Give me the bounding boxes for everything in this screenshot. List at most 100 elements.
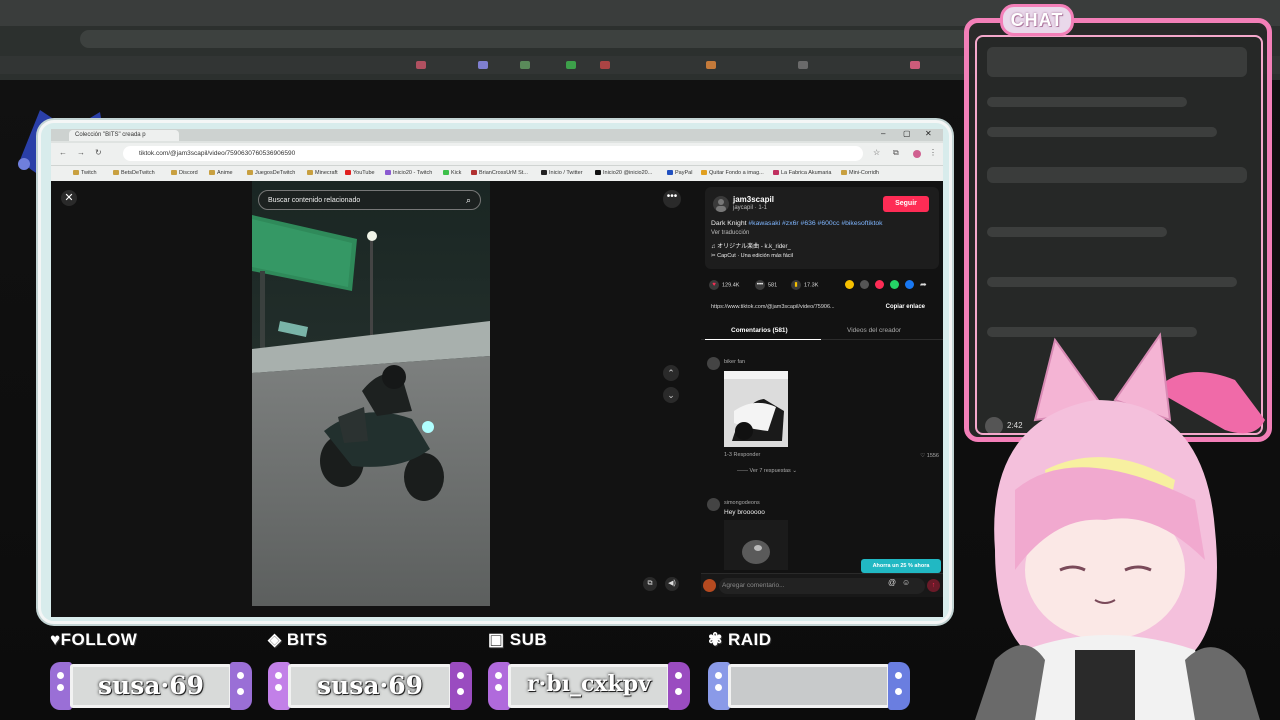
bookmark-item[interactable]: Discord [171, 170, 198, 176]
related-search-input[interactable]: Buscar contenido relacionado ⌕ [258, 190, 481, 210]
author-card: jam3scapil jaycapil · 1-1 Seguir Dark Kn… [705, 187, 939, 269]
commenter-name[interactable]: simongodeons [724, 500, 760, 506]
bits-label: ◈ BITS [268, 630, 328, 649]
bookmarks-bar: Twitch BetsDeTwitch Discord Anime Juegos… [51, 165, 943, 181]
facebook-icon[interactable] [905, 280, 914, 289]
joycon-right [450, 662, 472, 710]
comment-meta[interactable]: 1-3 Responder [724, 452, 760, 458]
emoji-icon[interactable]: ☺ [902, 578, 910, 587]
music-link[interactable]: ♫ オリジナル楽曲 - k.k_rider_ [711, 241, 791, 250]
bookmark-item[interactable]: Mini-Corridh [841, 170, 879, 176]
bookmark-item[interactable]: Kick [443, 170, 461, 176]
tiktok-page: ✕ Buscar contenido relacionado ⌕ ••• ⌃ ⌄… [51, 181, 943, 617]
commenter-avatar[interactable] [707, 357, 720, 370]
extensions-icon[interactable]: ⧉ [893, 148, 899, 158]
bookmark-item[interactable]: Inicio20 - Twitch [385, 170, 432, 176]
view-replies-link[interactable]: —— Ver 7 respuestas ⌄ [737, 468, 797, 474]
send-to-friend-icon[interactable] [875, 280, 884, 289]
bookmark-item[interactable]: YouTube [345, 170, 375, 176]
engagement-stats: ♥ 129.4K ••• 581 ▮ 17.3K ➦ [705, 279, 939, 293]
previous-video-icon[interactable]: ⌃ [663, 365, 679, 381]
floating-player-icon[interactable]: ⧉ [643, 577, 657, 591]
hashtags[interactable]: #kawasaki #zx6r #636 #600cc #bikesoftikt… [748, 220, 882, 227]
search-icon[interactable]: ⌕ [466, 195, 471, 206]
share-icon[interactable]: ➦ [920, 280, 927, 289]
bookmark-item[interactable]: BrianCrossUrM St... [471, 170, 528, 176]
bookmark-item[interactable]: Minecraft [307, 170, 338, 176]
tab-creator-videos[interactable]: Videos del creador [847, 327, 901, 334]
mention-icon[interactable]: @ [888, 578, 896, 587]
copy-link-button[interactable]: Copiar enlace [886, 304, 925, 310]
avatar[interactable] [703, 579, 716, 592]
close-video-button[interactable]: ✕ [61, 190, 77, 206]
video-player[interactable] [252, 181, 490, 606]
comment-button[interactable]: ••• 581 [755, 280, 777, 290]
gift-icon: ▣ [488, 630, 505, 649]
chat-title: CHAT [1000, 4, 1074, 36]
active-tab-indicator [705, 339, 821, 340]
vtuber-avatar [975, 332, 1265, 720]
commenter-avatar[interactable] [707, 498, 720, 511]
bookmark-item[interactable]: Quitar Fondo a imag... [701, 170, 764, 176]
latest-bits-name: susa·69 [316, 671, 424, 700]
reload-icon[interactable]: ↻ [95, 148, 102, 157]
bookmark-item[interactable]: Twitch [73, 170, 97, 176]
more-options-icon[interactable]: ••• [663, 190, 681, 208]
menu-icon[interactable]: ⋮ [929, 148, 937, 157]
share-link[interactable]: https://www.tiktok.com/@jam3scapil/video… [711, 304, 871, 310]
follow-button[interactable]: Seguir [883, 196, 929, 212]
raid-screen [728, 664, 890, 708]
diamond-icon: ◈ [268, 630, 282, 649]
author-username[interactable]: jam3scapil [733, 195, 774, 204]
heart-icon: ♥ [709, 280, 719, 290]
sub-screen: r·bı_cxkpv [508, 664, 670, 708]
comment-icon: ••• [755, 280, 765, 290]
sub-box: r·bı_cxkpv [488, 662, 690, 710]
next-video-icon[interactable]: ⌄ [663, 387, 679, 403]
bookmark-icon: ▮ [791, 280, 801, 290]
bookmark-star-icon[interactable]: ☆ [873, 148, 880, 157]
follow-label: ♥FOLLOW [50, 630, 138, 649]
bookmark-item[interactable]: PayPal [667, 170, 692, 176]
forward-icon[interactable]: → [77, 148, 85, 157]
bookmark-item[interactable]: Anime [209, 170, 233, 176]
maximize-icon[interactable]: ▢ [903, 129, 911, 138]
comment-image[interactable] [724, 520, 788, 570]
tab-comments[interactable]: Comentarios (581) [731, 327, 788, 334]
like-button[interactable]: ♥ 129.4K [709, 280, 739, 290]
save-button[interactable]: ▮ 17.3K [791, 280, 818, 290]
share-link-row: https://www.tiktok.com/@jam3scapil/video… [707, 301, 933, 314]
minimize-icon[interactable]: – [881, 129, 885, 138]
bits-screen: susa·69 [288, 664, 452, 708]
send-comment-button[interactable]: ↑ [927, 579, 940, 592]
whatsapp-icon[interactable] [890, 280, 899, 289]
volume-icon[interactable]: ◀) [665, 577, 679, 591]
follow-screen: susa·69 [70, 664, 232, 708]
browser-tab[interactable]: Colección "BITS" creada p [69, 130, 179, 141]
comment-likes[interactable]: ♡ 1556 [920, 453, 939, 459]
blurred-chat-line [987, 127, 1217, 137]
browser-window: Colección "BITS" creada p – ▢ ✕ ← → ↻ ti… [51, 129, 943, 617]
address-bar[interactable]: tiktok.com/@jam3scapil/video/75906307605… [123, 146, 863, 161]
embed-icon[interactable] [860, 280, 869, 289]
bookmark-item[interactable]: Inicio / Twitter [541, 170, 583, 176]
capcut-link[interactable]: ✂ CapCut · Una edición más fácil [711, 253, 793, 259]
repost-icon[interactable] [845, 280, 854, 289]
bookmark-item[interactable]: La Fabrica Akumaria [773, 170, 831, 176]
avatar[interactable] [713, 196, 729, 212]
translate-link[interactable]: Ver traducción [711, 230, 749, 236]
profile-icon[interactable] [913, 150, 921, 158]
back-icon[interactable]: ← [59, 148, 67, 157]
joycon-right [668, 662, 690, 710]
comment-image[interactable] [724, 371, 788, 447]
promo-badge[interactable]: Ahorra un 25 % ahora [861, 559, 941, 573]
bookmark-item[interactable]: Inicio20 @inicio20... [595, 170, 652, 176]
blurred-chat-line [987, 277, 1237, 287]
comment-item: biker fan 1-3 Responder ♡ 1556 —— Ver 7 … [707, 357, 939, 481]
close-window-icon[interactable]: ✕ [925, 129, 932, 138]
latest-follower-name: susa·69 [97, 671, 205, 700]
commenter-name[interactable]: biker fan [724, 359, 745, 365]
joycon-left [50, 662, 72, 710]
bookmark-item[interactable]: BetsDeTwitch [113, 170, 155, 176]
bookmark-item[interactable]: JuegosDeTwitch [247, 170, 295, 176]
